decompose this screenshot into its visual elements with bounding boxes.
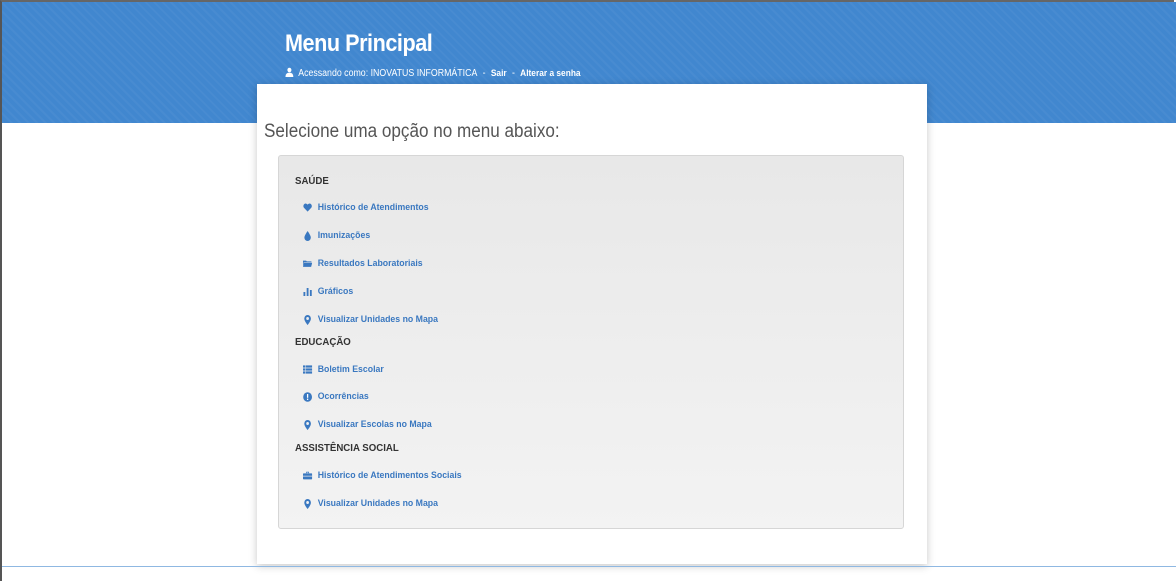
footer-divider	[2, 566, 1176, 567]
menu-item-historico-atendimentos-sociais[interactable]: Histórico de Atendimentos Sociais	[303, 470, 462, 481]
logout-link[interactable]: Sair	[491, 68, 507, 79]
menu-item-graficos[interactable]: Gráficos	[303, 286, 353, 297]
exclamation-circle-icon	[303, 391, 313, 402]
menu-item-historico-atendimentos[interactable]: Histórico de Atendimentos	[303, 202, 429, 213]
separator: -	[482, 68, 486, 79]
menu-prompt: Selecione uma opção no menu abaixo:	[264, 121, 560, 142]
separator: -	[511, 68, 515, 79]
menu-item-visualizar-unidades-mapa[interactable]: Visualizar Unidades no Mapa	[303, 314, 438, 325]
change-password-link[interactable]: Alterar a senha	[520, 68, 580, 79]
menu-item-label: Ocorrências	[317, 391, 369, 402]
menu-item-visualizar-escolas-mapa[interactable]: Visualizar Escolas no Mapa	[303, 419, 432, 430]
map-marker-icon	[303, 498, 312, 509]
menu-item-boletim-escolar[interactable]: Boletim Escolar	[303, 364, 384, 375]
briefcase-icon	[303, 471, 313, 481]
menu-item-ocorrencias[interactable]: Ocorrências	[303, 391, 369, 402]
map-marker-icon	[303, 419, 312, 430]
drop-icon	[303, 230, 312, 241]
menu-item-label: Histórico de Atendimentos	[317, 202, 429, 213]
menu-item-imunizacoes[interactable]: Imunizações	[303, 230, 370, 241]
section-title-saude: SAÚDE	[295, 175, 329, 187]
user-icon	[285, 67, 294, 80]
section-title-educacao: EDUCAÇÃO	[295, 336, 351, 348]
user-info-bar: Acessando como: INOVATUS INFORMÁTICA - S…	[285, 67, 581, 80]
menu-item-label: Visualizar Escolas no Mapa	[317, 419, 432, 430]
section-title-assistencia-social: ASSISTÊNCIA SOCIAL	[295, 442, 399, 454]
list-icon	[303, 365, 313, 375]
menu-item-resultados-laboratoriais[interactable]: Resultados Laboratoriais	[303, 258, 423, 269]
heart-icon	[303, 203, 312, 213]
menu-item-label: Imunizações	[317, 230, 371, 241]
menu-item-visualizar-unidades-mapa-social[interactable]: Visualizar Unidades no Mapa	[303, 498, 438, 509]
menu-item-label: Resultados Laboratoriais	[317, 258, 423, 269]
logged-user-label: Acessando como: INOVATUS INFORMÁTICA	[298, 68, 478, 79]
menu-item-label: Visualizar Unidades no Mapa	[317, 314, 439, 325]
page-title: Menu Principal	[285, 30, 433, 57]
menu-item-label: Gráficos	[317, 286, 354, 297]
map-marker-icon	[303, 314, 312, 325]
menu-item-label: Histórico de Atendimentos Sociais	[317, 470, 462, 481]
bar-chart-icon	[303, 287, 312, 297]
menu-item-label: Boletim Escolar	[317, 364, 384, 375]
menu-item-label: Visualizar Unidades no Mapa	[317, 498, 439, 509]
folder-open-icon	[303, 259, 313, 269]
